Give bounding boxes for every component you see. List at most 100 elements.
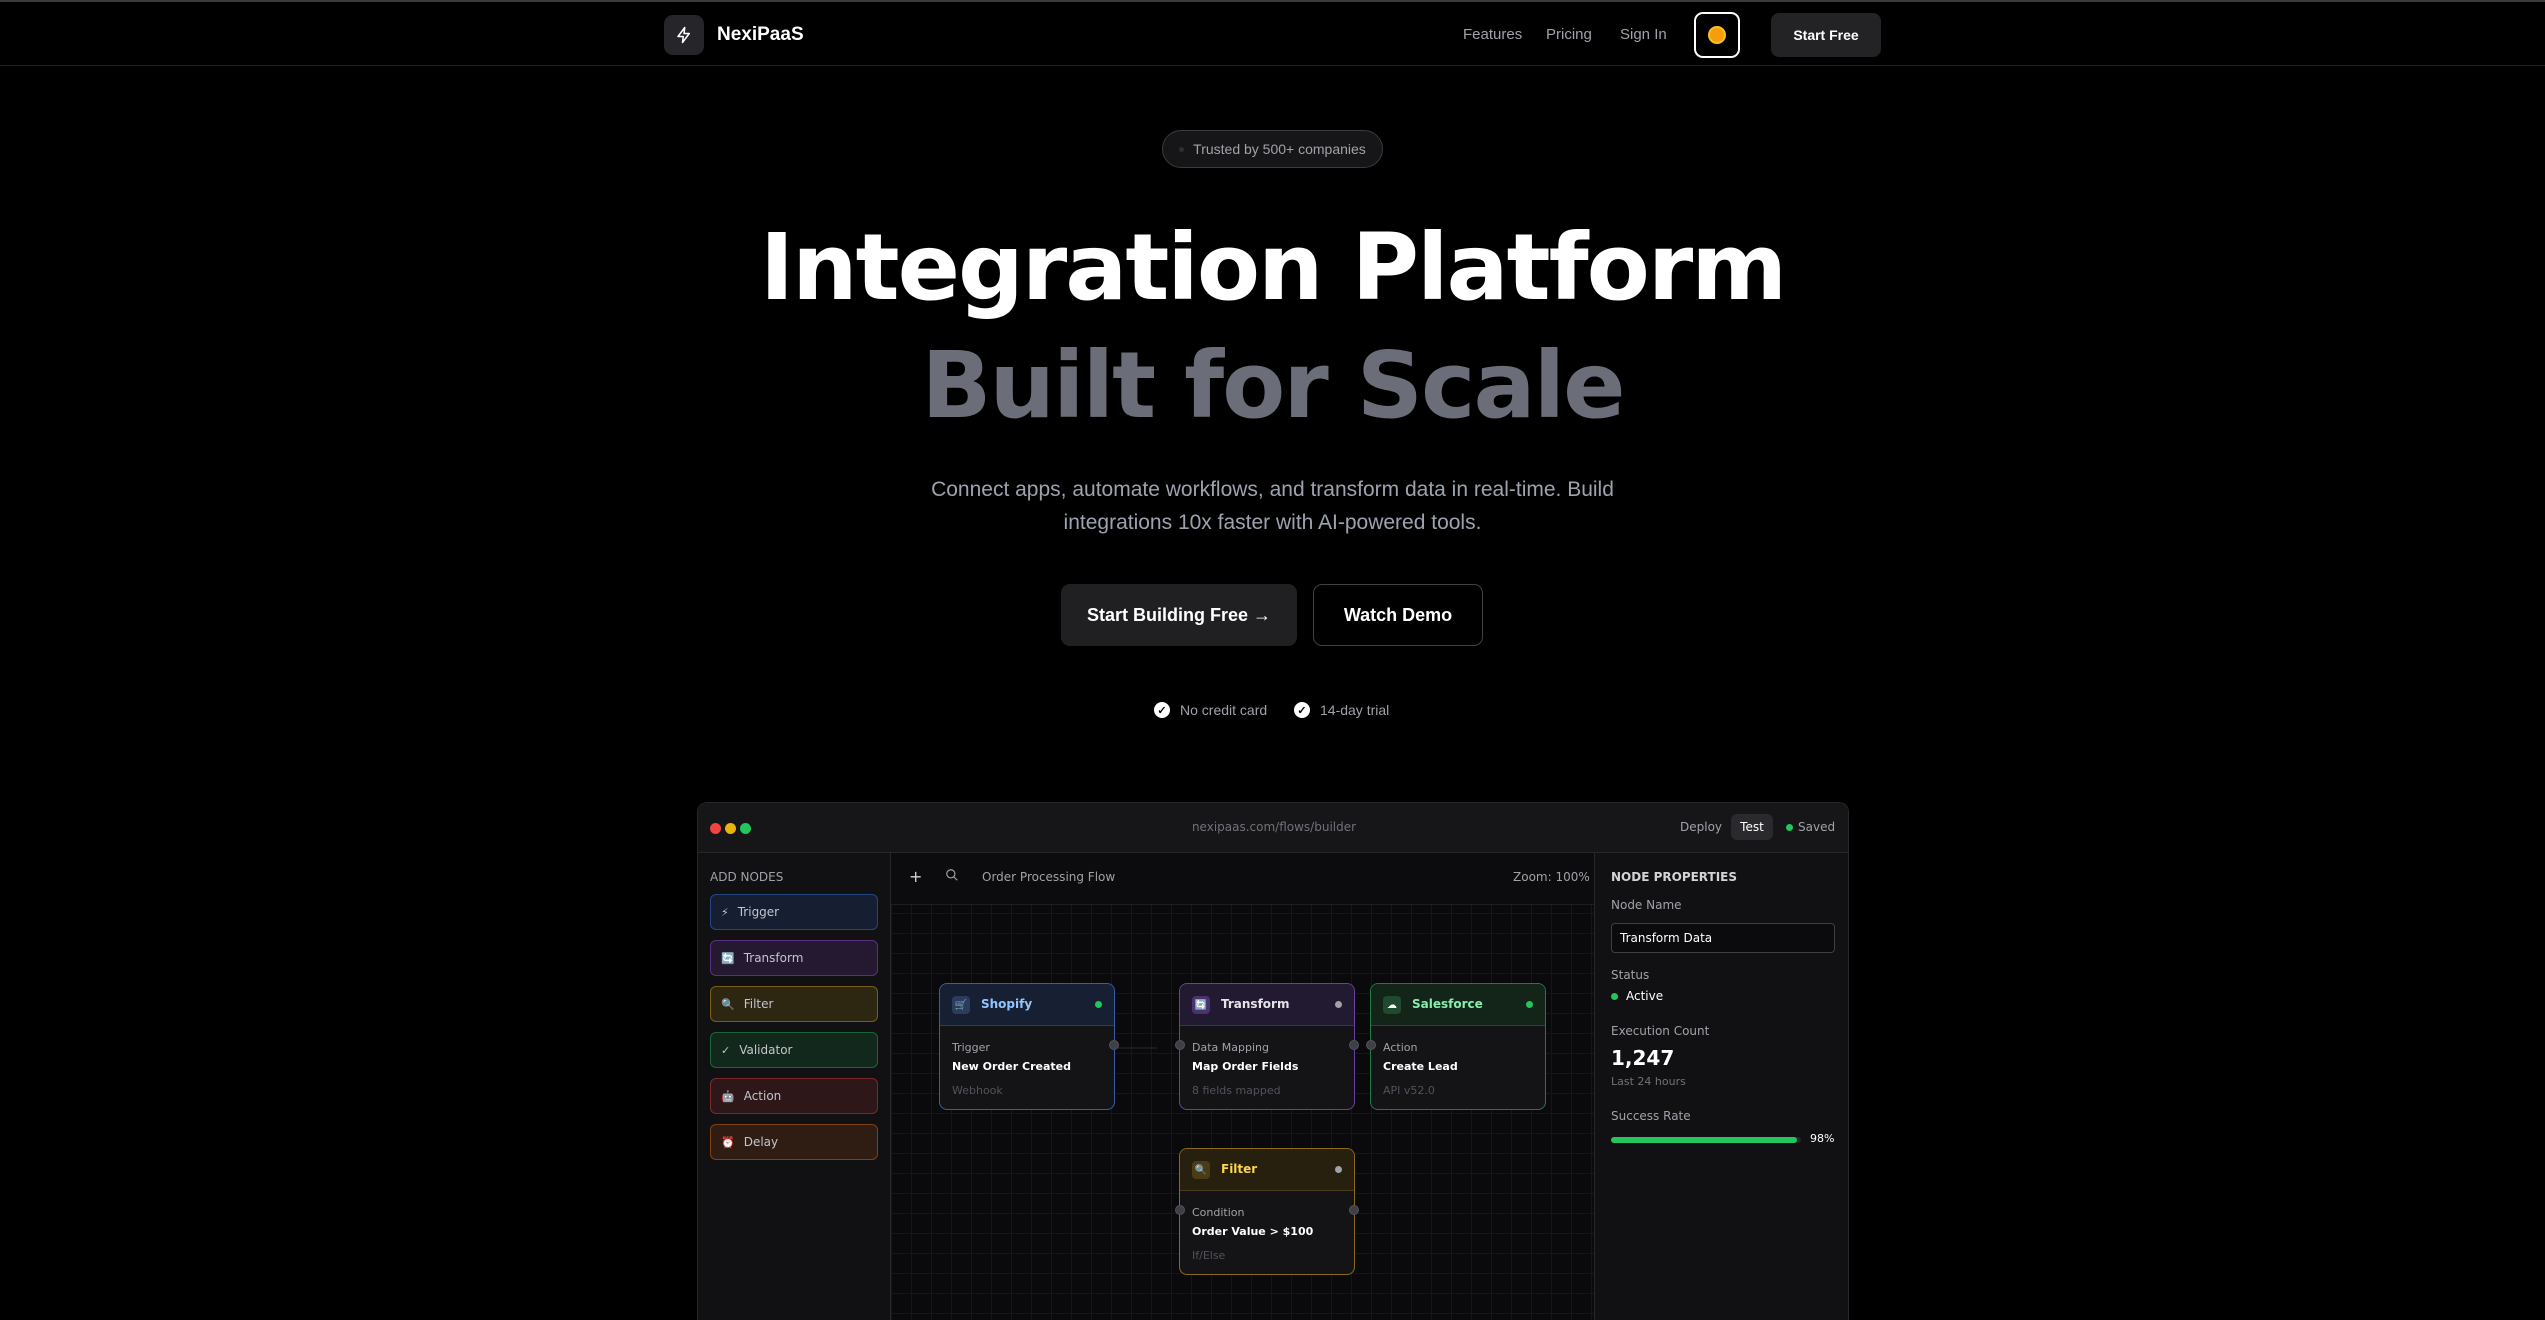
palette-item-transform[interactable]: 🔄 Transform <box>710 940 878 976</box>
theme-toggle-button[interactable] <box>1694 12 1740 58</box>
sun-icon <box>1710 28 1724 42</box>
output-port[interactable] <box>1349 1040 1359 1050</box>
feature-label: 14-day trial <box>1320 702 1390 718</box>
node-palette: ADD NODES ⚡ Trigger 🔄 Transform 🔍 Filter ✓ Vali… <box>698 853 891 1320</box>
transform-icon: 🔄 <box>721 951 735 965</box>
palette-item-label: Action <box>743 1089 782 1103</box>
node-meta: Webhook <box>952 1084 1003 1097</box>
node-header: 🛒 Shopify <box>940 984 1114 1026</box>
node-transform[interactable]: 🔄 Transform Data Mapping Map Order Field… <box>1175 983 1359 1110</box>
node-title: Salesforce <box>1412 997 1483 1011</box>
node-properties-panel: NODE PROPERTIES Node Name Transform Data… <box>1594 853 1848 1320</box>
trigger-icon: ⚡ <box>721 905 729 919</box>
node-status-dot <box>1095 1001 1102 1008</box>
cloud-icon: ☁ <box>1383 996 1401 1014</box>
badge-dot-icon <box>1179 146 1185 152</box>
deploy-button[interactable]: Deploy <box>1680 820 1722 834</box>
saved-status: Saved <box>1786 820 1835 834</box>
lightning-icon <box>664 15 704 55</box>
node-header: 🔍 Filter <box>1180 1149 1354 1191</box>
node-header: 🔄 Transform <box>1180 984 1354 1026</box>
test-button[interactable]: Test <box>1731 814 1773 840</box>
check-icon: ✓ <box>1154 702 1170 718</box>
node-meta: If/Else <box>1192 1249 1226 1262</box>
feature-label: No credit card <box>1180 702 1268 718</box>
filter-icon: 🔍 <box>721 997 735 1011</box>
input-port[interactable] <box>1175 1040 1185 1050</box>
node-title: Transform <box>1221 997 1290 1011</box>
palette-item-label: Validator <box>739 1043 793 1057</box>
start-free-button[interactable]: Start Free <box>1771 13 1881 57</box>
nav-link-sign-in[interactable]: Sign In <box>1620 26 1667 43</box>
saved-dot-icon <box>1786 823 1793 831</box>
palette-item-action[interactable]: 🤖 Action <box>710 1078 878 1114</box>
node-name-input[interactable]: Transform Data <box>1611 923 1835 953</box>
search-icon: 🔍 <box>1192 1161 1210 1179</box>
palette-item-label: Transform <box>743 951 804 965</box>
node-title: Shopify <box>981 997 1033 1011</box>
node-type: Action <box>1383 1041 1418 1054</box>
node-filter[interactable]: 🔍 Filter Condition Order Value > $100 If… <box>1175 1148 1359 1275</box>
hero-title-line2: Built for Scale <box>921 332 1625 439</box>
success-rate-bar <box>1611 1137 1801 1143</box>
feature-trial: ✓ 14-day trial <box>1294 702 1389 718</box>
palette-item-delay[interactable]: ⏰ Delay <box>710 1124 878 1160</box>
node-status-dot <box>1526 1001 1533 1008</box>
exec-label: Execution Count <box>1611 1024 1710 1038</box>
success-label: Success Rate <box>1611 1109 1691 1123</box>
refresh-icon: 🔄 <box>1192 996 1210 1014</box>
exec-count: 1,247 <box>1611 1046 1675 1070</box>
success-rate-fill <box>1611 1137 1798 1143</box>
status-text: Active <box>1626 989 1664 1003</box>
node-title: Filter <box>1221 1162 1258 1176</box>
success-rate-value: 98% <box>1810 1132 1835 1145</box>
node-type: Trigger <box>952 1041 990 1054</box>
node-status-dot <box>1335 1001 1342 1008</box>
flow-builder-preview: nexipaas.com/flows/builder Deploy Test S… <box>697 802 1849 1320</box>
node-status-dot <box>1335 1166 1342 1173</box>
node-type: Data Mapping <box>1192 1041 1269 1054</box>
status-value: Active <box>1611 989 1663 1003</box>
input-port[interactable] <box>1366 1040 1376 1050</box>
output-port[interactable] <box>1349 1205 1359 1215</box>
output-port[interactable] <box>1109 1040 1119 1050</box>
status-label: Status <box>1611 968 1650 982</box>
node-name-label: Node Name <box>1611 898 1682 912</box>
nav-link-pricing[interactable]: Pricing <box>1546 26 1592 43</box>
palette-item-label: Filter <box>743 997 774 1011</box>
url-bar: nexipaas.com/flows/builder <box>1191 820 1357 834</box>
palette-item-validator[interactable]: ✓ Validator <box>710 1032 878 1068</box>
start-building-button[interactable]: Start Building Free → <box>1061 584 1297 646</box>
brand-logo[interactable]: NexiPaaS <box>664 15 804 55</box>
hero-subtitle: Connect apps, automate workflows, and tr… <box>931 478 1614 534</box>
hero-title-line1: Integration Platform <box>759 214 1787 321</box>
palette-item-label: Trigger <box>737 905 780 919</box>
properties-title: NODE PROPERTIES <box>1611 870 1737 884</box>
trust-badge-text: Trusted by 500+ companies <box>1193 141 1366 157</box>
palette-item-trigger[interactable]: ⚡ Trigger <box>710 894 878 930</box>
check-icon: ✓ <box>1294 702 1310 718</box>
nav-link-features[interactable]: Features <box>1463 26 1522 43</box>
palette-item-label: Delay <box>743 1135 779 1149</box>
node-type: Condition <box>1192 1206 1245 1219</box>
node-meta: 8 fields mapped <box>1192 1084 1281 1097</box>
node-salesforce[interactable]: ☁ Salesforce Action Create Lead API v52.… <box>1366 983 1546 1110</box>
palette-item-filter[interactable]: 🔍 Filter <box>710 986 878 1022</box>
validator-icon: ✓ <box>721 1043 731 1057</box>
node-value: Create Lead <box>1383 1060 1458 1073</box>
node-value: New Order Created <box>952 1060 1071 1073</box>
node-header: ☁ Salesforce <box>1371 984 1545 1026</box>
flow-canvas[interactable]: + Order Processing Flow Zoom: 100% 🛒 Sho… <box>891 853 1594 1320</box>
node-meta: API v52.0 <box>1383 1084 1435 1097</box>
add-nodes-title: ADD NODES <box>710 870 784 884</box>
trust-badge: Trusted by 500+ companies <box>1162 130 1383 168</box>
saved-label: Saved <box>1798 820 1836 834</box>
delay-icon: ⏰ <box>721 1135 735 1149</box>
node-shopify[interactable]: 🛒 Shopify Trigger New Order Created Webh… <box>939 983 1119 1110</box>
top-nav: NexiPaaS Features Pricing Sign In Start … <box>0 2 2545 66</box>
node-value: Order Value > $100 <box>1192 1225 1314 1238</box>
feature-no-credit-card: ✓ No credit card <box>1154 702 1267 718</box>
watch-demo-button[interactable]: Watch Demo <box>1313 584 1483 646</box>
brand-name: NexiPaaS <box>717 24 804 45</box>
input-port[interactable] <box>1175 1205 1185 1215</box>
